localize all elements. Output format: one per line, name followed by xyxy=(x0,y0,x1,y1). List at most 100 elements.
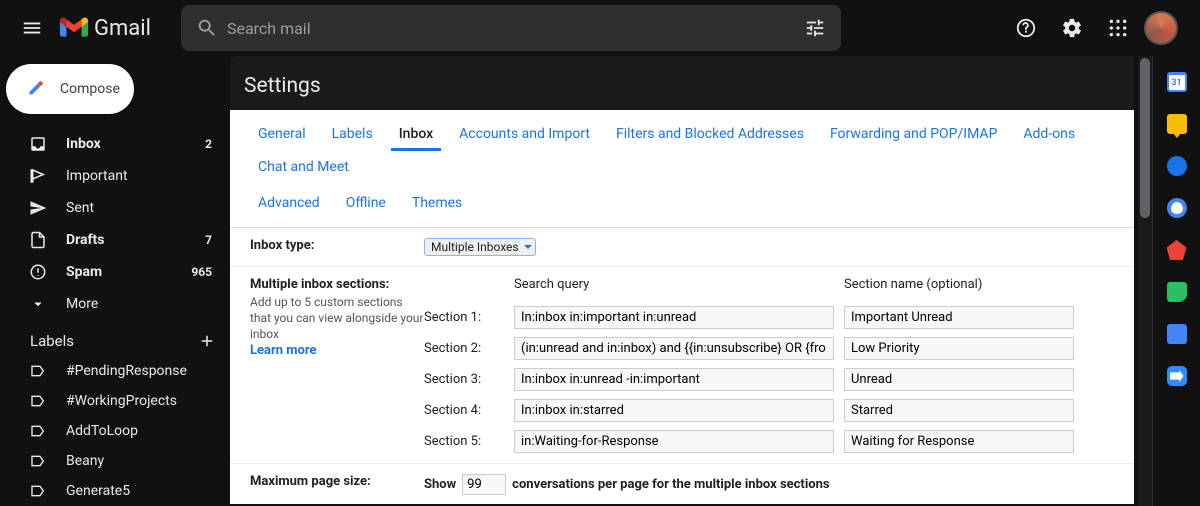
label-text: Generate5 xyxy=(66,483,130,499)
label-icon xyxy=(28,363,48,379)
nav-label: Drafts xyxy=(66,232,104,248)
tab-add-ons[interactable]: Add-ons xyxy=(1015,118,1083,151)
addon-red[interactable] xyxy=(1167,240,1187,260)
scrollbar-thumb[interactable] xyxy=(1140,58,1150,218)
section-row-label-5: Section 5: xyxy=(424,434,504,449)
section-row-label-1: Section 1: xyxy=(424,310,504,325)
tab-advanced[interactable]: Advanced xyxy=(250,187,328,219)
flag-icon xyxy=(28,167,48,185)
section-row-label-4: Section 4: xyxy=(424,403,504,418)
pagesize-suffix: conversations per page for the multiple … xyxy=(512,477,829,492)
nav-important[interactable]: Important xyxy=(6,160,230,192)
addon-blue[interactable] xyxy=(1167,324,1187,344)
tab-labels[interactable]: Labels xyxy=(324,118,381,151)
apps-button[interactable] xyxy=(1098,8,1138,48)
label-icon xyxy=(28,423,48,439)
add-label-button[interactable] xyxy=(198,332,216,350)
section-name-input-4[interactable] xyxy=(844,399,1074,422)
search-button[interactable] xyxy=(187,8,227,48)
spam-icon xyxy=(28,263,48,281)
scrollbar[interactable] xyxy=(1138,56,1152,506)
nav-count: 965 xyxy=(191,265,212,279)
settings-button[interactable] xyxy=(1052,8,1092,48)
tab-general[interactable]: General xyxy=(250,118,314,151)
label-icon xyxy=(28,483,48,499)
section-name-input-2[interactable] xyxy=(844,337,1074,360)
zoom-addon[interactable] xyxy=(1167,366,1187,386)
account-avatar[interactable] xyxy=(1144,11,1178,45)
brand-text: Gmail xyxy=(94,16,151,41)
nav-count: 7 xyxy=(205,233,212,247)
compose-button[interactable]: Compose xyxy=(6,64,134,114)
section-name-input-1[interactable] xyxy=(844,306,1074,329)
label-addtoloop[interactable]: AddToLoop xyxy=(6,416,230,446)
section-query-input-3[interactable] xyxy=(514,368,834,391)
nav-sent[interactable]: Sent xyxy=(6,192,230,224)
tab-themes[interactable]: Themes xyxy=(404,187,470,219)
tune-icon xyxy=(804,17,826,39)
section-row-label-2: Section 2: xyxy=(424,341,504,356)
calendar-addon[interactable] xyxy=(1167,72,1187,92)
page-title: Settings xyxy=(244,74,1120,98)
hamburger-icon xyxy=(21,17,43,39)
nav-spam[interactable]: Spam965 xyxy=(6,256,230,288)
section-row-label-3: Section 3: xyxy=(424,372,504,387)
section-query-input-4[interactable] xyxy=(514,399,834,422)
help-icon xyxy=(1015,17,1037,39)
pagesize-show: Show xyxy=(424,477,456,492)
nav-label: Inbox xyxy=(66,136,101,152)
learn-more-link[interactable]: Learn more xyxy=(250,343,317,358)
label-text: #PendingResponse xyxy=(66,363,187,379)
help-button[interactable] xyxy=(1006,8,1046,48)
file-icon xyxy=(28,231,48,249)
compose-label: Compose xyxy=(60,81,120,97)
label-text: AddToLoop xyxy=(66,423,138,439)
nav-drafts[interactable]: Drafts 7 xyxy=(6,224,230,256)
inbox-icon xyxy=(28,135,48,153)
inbox-type-label: Inbox type: xyxy=(250,238,424,253)
tab-accounts-and-import[interactable]: Accounts and Import xyxy=(451,118,598,151)
labels-heading: Labels xyxy=(30,332,74,350)
tab-inbox[interactable]: Inbox xyxy=(391,118,441,151)
nav-more[interactable]: More xyxy=(6,288,230,320)
section-query-input-1[interactable] xyxy=(514,306,834,329)
sidebar: Compose Inbox 2 Important Sent Drafts 7 Spam96… xyxy=(0,56,230,506)
apps-grid-icon xyxy=(1108,18,1128,38)
hamburger-menu-button[interactable] xyxy=(8,4,56,52)
inbox-type-select[interactable]: Multiple Inboxes xyxy=(424,238,536,256)
section-query-input-5[interactable] xyxy=(514,430,834,453)
sections-sublabel: Add up to 5 custom sections that you can… xyxy=(250,294,424,343)
search-icon xyxy=(196,17,218,39)
label-icon xyxy=(28,453,48,469)
tab-offline[interactable]: Offline xyxy=(338,187,394,219)
nav-count: 2 xyxy=(205,137,212,151)
label-workingprojects[interactable]: #WorkingProjects xyxy=(6,386,230,416)
section-query-input-2[interactable] xyxy=(514,337,834,360)
label-generate5[interactable]: Generate5 xyxy=(6,476,230,506)
evernote-addon[interactable] xyxy=(1167,282,1187,302)
search-box[interactable] xyxy=(181,5,841,51)
send-icon xyxy=(28,199,48,217)
nav-label: Sent xyxy=(66,200,94,216)
label-pendingresponse[interactable]: #PendingResponse xyxy=(6,356,230,386)
side-panel xyxy=(1152,56,1200,506)
gmail-logo[interactable]: Gmail xyxy=(60,16,151,41)
keep-addon[interactable] xyxy=(1167,114,1187,134)
label-text: Beany xyxy=(66,453,104,469)
tab-chat-and-meet[interactable]: Chat and Meet xyxy=(250,151,357,183)
contacts-addon[interactable] xyxy=(1167,198,1187,218)
search-options-button[interactable] xyxy=(795,8,835,48)
label-text: #WorkingProjects xyxy=(66,393,177,409)
section-name-input-3[interactable] xyxy=(844,368,1074,391)
tasks-addon[interactable] xyxy=(1167,156,1187,176)
pagesize-label: Maximum page size: xyxy=(250,474,424,489)
section-name-input-5[interactable] xyxy=(844,430,1074,453)
chevron-down-icon xyxy=(28,295,48,313)
sections-label: Multiple inbox sections: xyxy=(250,277,424,292)
search-input[interactable] xyxy=(227,19,795,38)
tab-filters-and-blocked-addresses[interactable]: Filters and Blocked Addresses xyxy=(608,118,812,151)
label-beany[interactable]: Beany xyxy=(6,446,230,476)
tab-forwarding-and-pop-imap[interactable]: Forwarding and POP/IMAP xyxy=(822,118,1005,151)
nav-inbox[interactable]: Inbox 2 xyxy=(6,128,230,160)
pagesize-input[interactable] xyxy=(462,474,506,495)
